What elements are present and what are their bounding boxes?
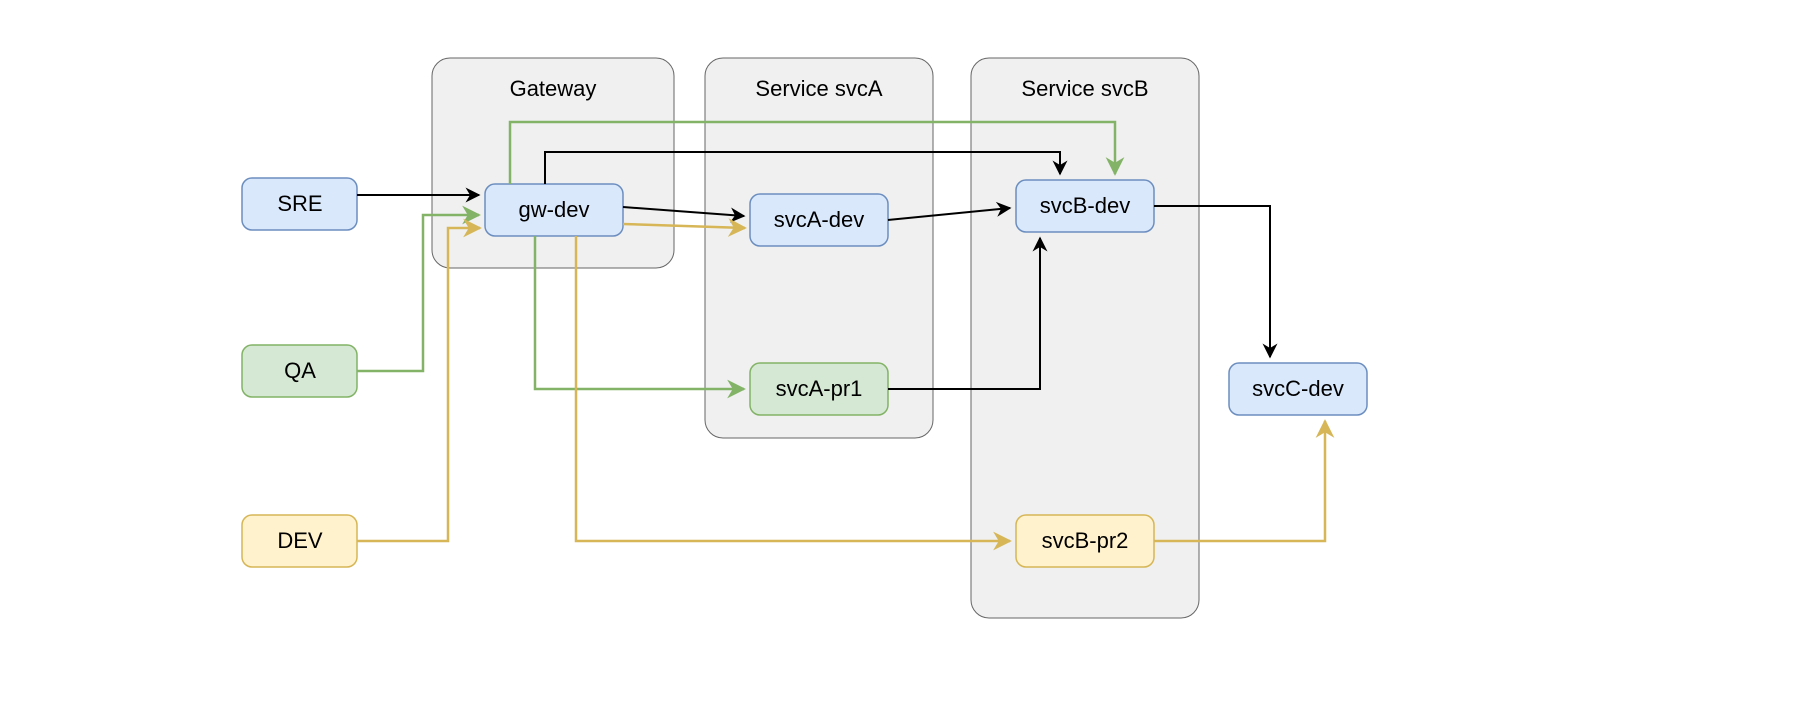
node-svcA-pr1-label: svcA-pr1 [776,376,863,401]
edge-dev-gwdev [357,228,480,541]
actor-sre-label: SRE [277,191,322,216]
node-svcA-dev-label: svcA-dev [774,207,864,232]
actor-dev-label: DEV [277,528,323,553]
group-svcA-title: Service svcA [755,76,882,101]
node-gw-dev-label: gw-dev [519,197,590,222]
group-svcB-title: Service svcB [1021,76,1148,101]
node-svcC-dev-label: svcC-dev [1252,376,1344,401]
actor-qa-label: QA [284,358,316,383]
diagram-canvas: Gateway Service svcA Service svcB SRE QA… [0,0,1806,716]
node-svcB-pr2-label: svcB-pr2 [1042,528,1129,553]
node-svcB-dev-label: svcB-dev [1040,193,1130,218]
group-gateway-title: Gateway [510,76,597,101]
